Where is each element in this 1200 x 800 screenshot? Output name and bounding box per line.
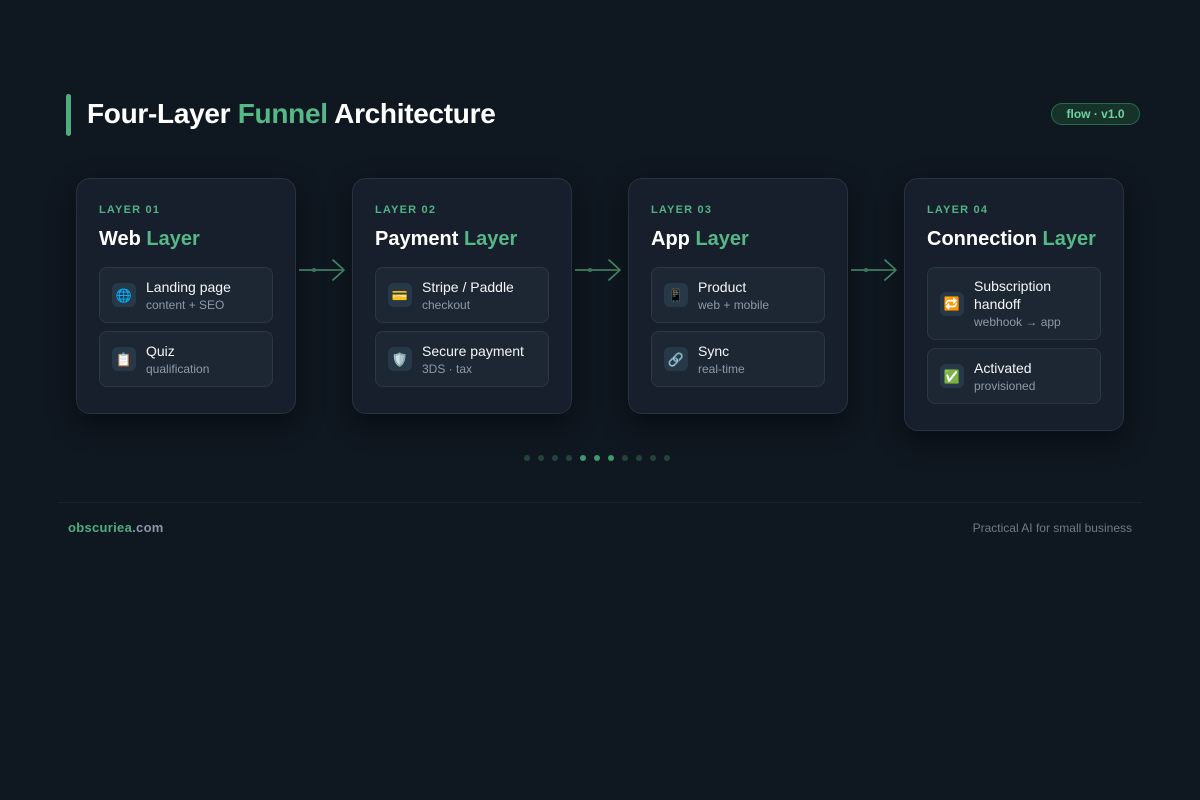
- footer-brand: obscuriea.com: [68, 520, 164, 535]
- mobile-phone-icon: 📱: [664, 283, 688, 307]
- page-title: Four-Layer Funnel Architecture: [87, 96, 496, 132]
- progress-dot-active: [580, 455, 586, 461]
- title-accent-bar: [66, 94, 71, 136]
- layer-item-sync: 🔗 Sync real-time: [651, 331, 825, 387]
- item-sublabel: provisioned: [974, 378, 1036, 393]
- flow-arrow-icon: [851, 259, 897, 281]
- progress-dot: [650, 455, 656, 461]
- title-accent-word: Funnel: [237, 98, 328, 129]
- repeat-icon: 🔁: [940, 291, 964, 316]
- layer-eyebrow: LAYER 01: [99, 204, 161, 216]
- layer-item-secure-payment: 🛡️ Secure payment 3DS · tax: [375, 331, 549, 387]
- progress-dot-active: [594, 455, 600, 461]
- progress-dot: [664, 455, 670, 461]
- layer-title-main: Web: [99, 228, 147, 250]
- progress-dot: [538, 455, 544, 461]
- item-sublabel: web + mobile: [698, 297, 770, 312]
- layer-items: 🔁 Subscription handoff webhook → app ✅ A…: [927, 267, 1101, 404]
- item-label: Sync: [698, 342, 730, 359]
- layer-card-payment: LAYER 02 Payment Layer 💳 Stripe / Paddle…: [352, 178, 572, 414]
- layer-card-web: LAYER 01 Web Layer 🌐 Landing page conten…: [76, 178, 296, 414]
- layer-eyebrow: LAYER 03: [651, 204, 713, 216]
- item-text: Sync real-time: [698, 342, 745, 377]
- title-pre: Four-Layer: [87, 98, 238, 129]
- item-text: Activated provisioned: [974, 359, 1035, 394]
- item-label: Product: [698, 278, 747, 295]
- layer-title-main: App: [651, 228, 696, 250]
- layer-items: 💳 Stripe / Paddle checkout 🛡️ Secure pay…: [375, 267, 549, 387]
- item-label: Quiz: [146, 342, 175, 359]
- layer-title: Connection Layer: [927, 226, 1101, 252]
- footer-tagline: Practical AI for small business: [972, 521, 1132, 535]
- layer-title: Web Layer: [99, 226, 273, 252]
- layer-items: 🌐 Landing page content + SEO 📋 Quiz qual…: [99, 267, 273, 387]
- progress-dot: [636, 455, 642, 461]
- item-label: Landing page: [146, 278, 231, 295]
- clipboard-icon: 📋: [112, 347, 136, 371]
- layer-title-accent: Layer: [146, 228, 200, 250]
- progress-dots: [524, 455, 670, 461]
- link-icon: 🔗: [664, 347, 688, 371]
- item-text: Landing page content + SEO: [146, 278, 231, 313]
- shield-icon: 🛡️: [388, 347, 412, 371]
- progress-dot-active: [608, 455, 614, 461]
- flow-arrow-icon: [575, 259, 621, 281]
- item-sublabel: content + SEO: [146, 297, 225, 312]
- layer-items: 📱 Product web + mobile 🔗 Sync real-time: [651, 267, 825, 387]
- layer-title-accent: Layer: [463, 228, 518, 250]
- layer-title-accent: Layer: [695, 228, 749, 250]
- layer-eyebrow: LAYER 04: [927, 204, 989, 216]
- progress-dot: [566, 455, 572, 461]
- check-mark-icon: ✅: [940, 364, 964, 388]
- layer-title: App Layer: [651, 226, 825, 252]
- brand-tld: .com: [132, 520, 164, 535]
- layer-card-connection: LAYER 04 Connection Layer 🔁 Subscription…: [904, 178, 1124, 431]
- item-sublabel: checkout: [422, 297, 471, 312]
- credit-card-icon: 💳: [388, 283, 412, 307]
- item-text: Quiz qualification: [146, 342, 209, 377]
- item-text: Secure payment 3DS · tax: [422, 342, 524, 377]
- item-label: Activated: [974, 359, 1032, 376]
- page: Four-Layer Funnel Architecture flow · v1…: [0, 0, 1200, 800]
- progress-dot: [524, 455, 530, 461]
- flow-arrow-icon: [299, 259, 345, 281]
- layer-card-app: LAYER 03 App Layer 📱 Product web + mobil…: [628, 178, 848, 414]
- layer-title-main: Connection: [927, 228, 1043, 250]
- footer-divider: [58, 502, 1142, 503]
- layer-item-quiz: 📋 Quiz qualification: [99, 331, 273, 387]
- version-badge: flow · v1.0: [1051, 103, 1140, 125]
- layer-item-subscription-handoff: 🔁 Subscription handoff webhook → app: [927, 267, 1101, 340]
- item-sublabel: 3DS · tax: [422, 361, 473, 376]
- layer-title-accent: Layer: [1042, 228, 1096, 250]
- globe-icon: 🌐: [112, 283, 136, 307]
- layer-item-product: 📱 Product web + mobile: [651, 267, 825, 323]
- layer-eyebrow: LAYER 02: [375, 204, 437, 216]
- item-text: Stripe / Paddle checkout: [422, 278, 514, 313]
- item-label: Subscription handoff: [974, 278, 1052, 312]
- progress-dot: [552, 455, 558, 461]
- item-text: Subscription handoff webhook → app: [974, 277, 1088, 330]
- item-sublabel: qualification: [146, 361, 210, 376]
- layer-item-stripe-paddle: 💳 Stripe / Paddle checkout: [375, 267, 549, 323]
- item-text: Product web + mobile: [698, 278, 769, 313]
- item-sublabel: webhook → app: [974, 315, 1061, 329]
- layer-title-main: Payment: [375, 228, 464, 250]
- brand-name: obscuriea: [68, 520, 133, 535]
- layer-item-landing-page: 🌐 Landing page content + SEO: [99, 267, 273, 323]
- layer-item-activated: ✅ Activated provisioned: [927, 348, 1101, 404]
- title-post: Architecture: [327, 98, 496, 129]
- item-sublabel: real-time: [698, 361, 745, 376]
- item-label: Secure payment: [422, 342, 524, 359]
- layer-title: Payment Layer: [375, 226, 549, 252]
- progress-dot: [622, 455, 628, 461]
- item-label: Stripe / Paddle: [422, 278, 514, 295]
